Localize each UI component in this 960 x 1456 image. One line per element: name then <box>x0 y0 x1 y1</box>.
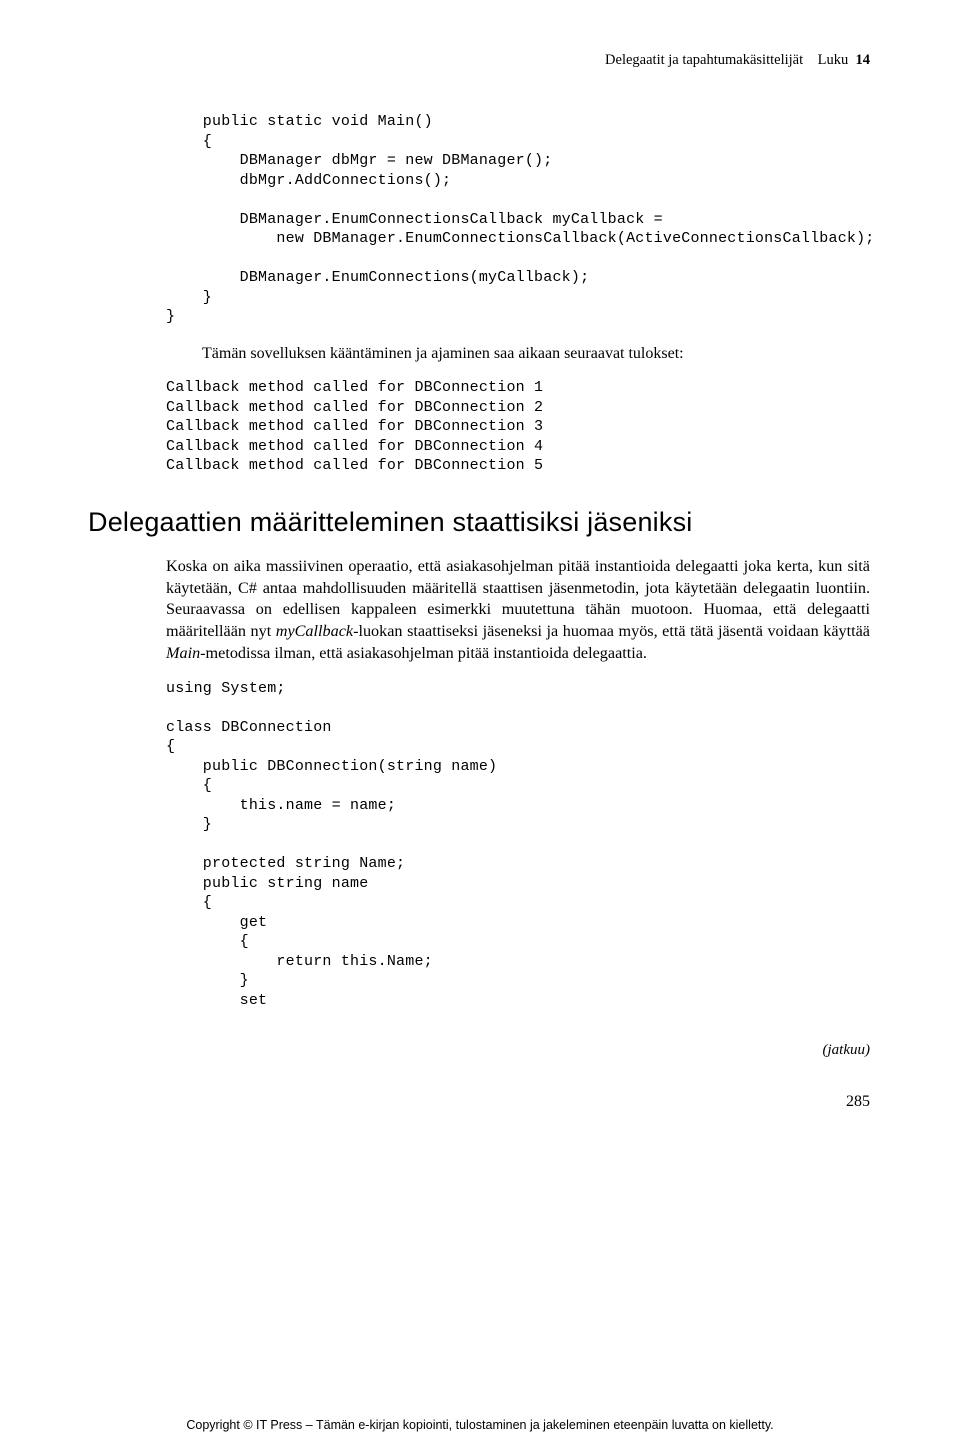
body-paragraph: Koska on aika massiivinen operaatio, ett… <box>166 556 870 665</box>
italic-mycallback: myCallback <box>276 622 353 640</box>
header-chapter-num: 14 <box>852 52 870 68</box>
italic-main: Main <box>166 644 200 662</box>
section-heading: Delegaattien määritteleminen staattisiks… <box>88 504 870 542</box>
header-title: Delegaatit ja tapahtumakäsittelijät <box>605 52 803 68</box>
page-number: 285 <box>166 1091 870 1113</box>
page-content: Delegaatit ja tapahtumakäsittelijät Luku… <box>0 0 960 1154</box>
running-header: Delegaatit ja tapahtumakäsittelijät Luku… <box>130 50 870 70</box>
copyright-footer: Copyright © IT Press – Tämän e-kirjan ko… <box>0 1417 960 1435</box>
code-block-1: public static void Main() { DBManager db… <box>166 112 870 327</box>
continues-label: (jatkuu) <box>166 1040 870 1061</box>
code-block-3: using System; class DBConnection { publi… <box>166 679 870 1011</box>
intro-text: Tämän sovelluksen kääntäminen ja ajamine… <box>202 343 870 365</box>
header-chapter-label: Luku <box>818 52 849 68</box>
code-block-output: Callback method called for DBConnection … <box>166 378 870 476</box>
